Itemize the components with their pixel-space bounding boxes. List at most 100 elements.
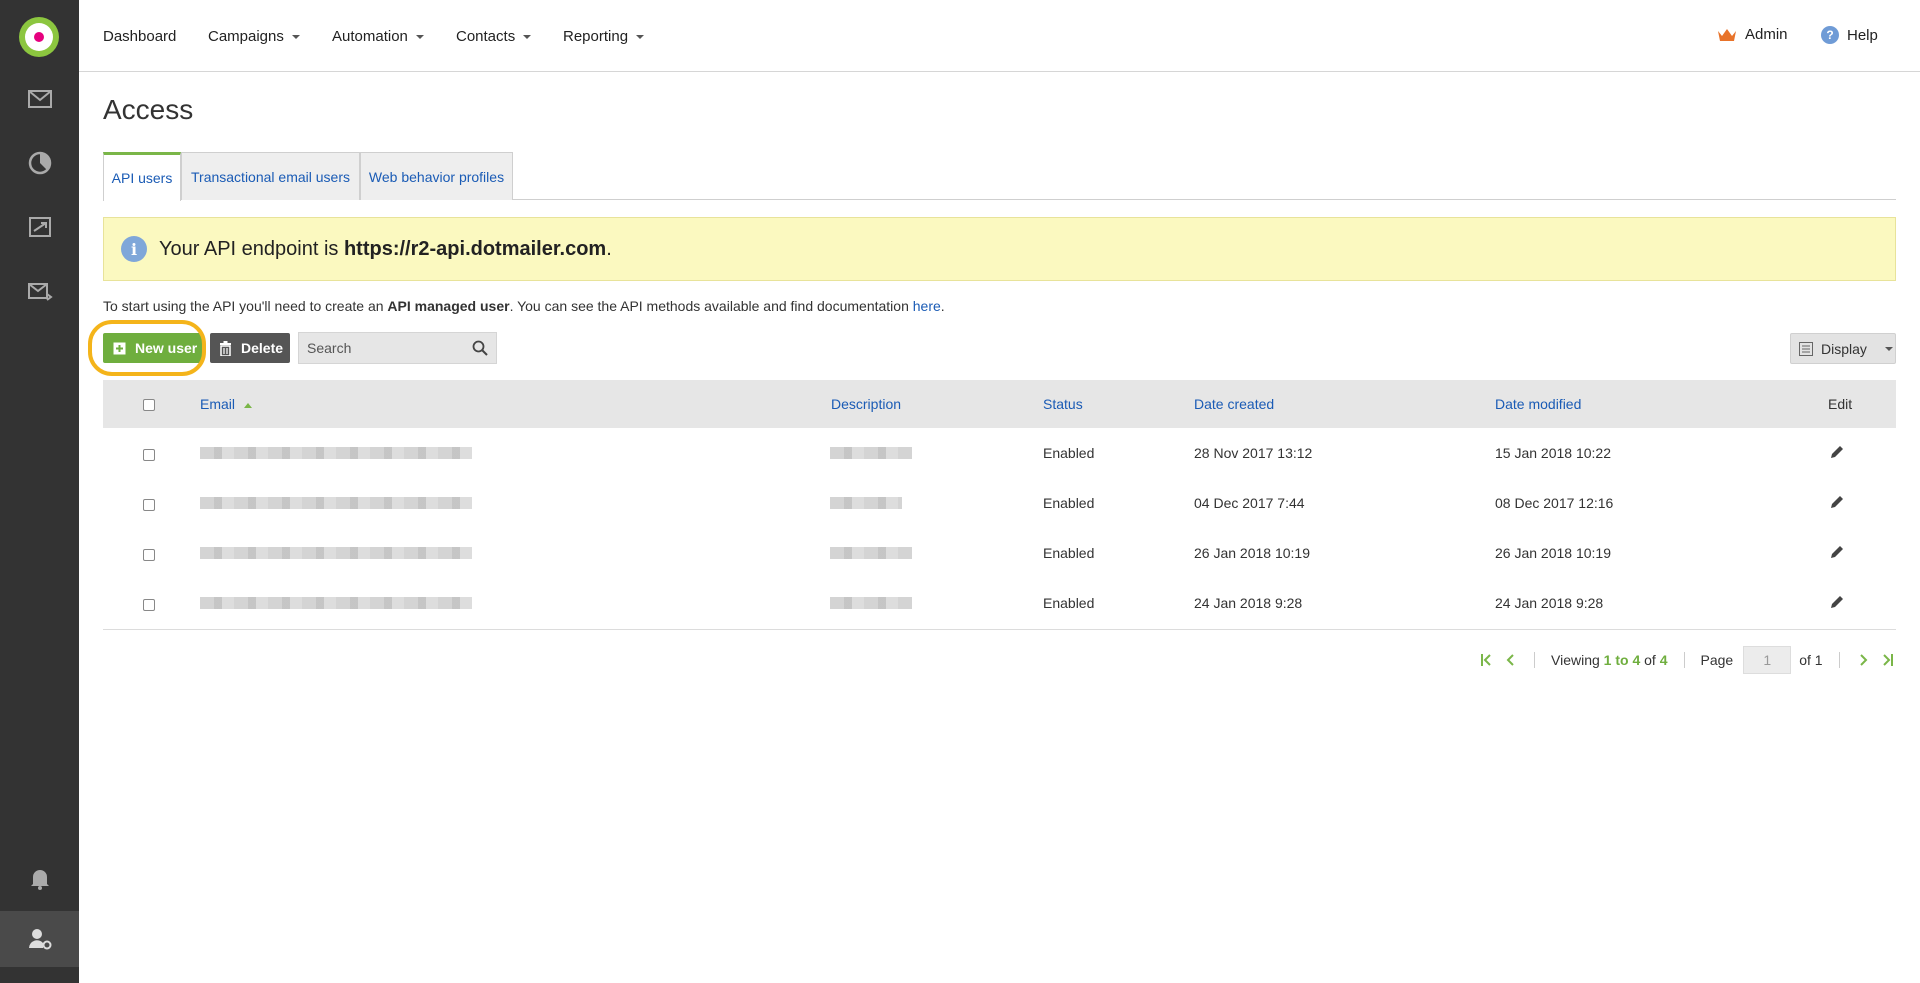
viewing-label: Viewing bbox=[1551, 652, 1600, 668]
sort-ascending-icon bbox=[243, 402, 252, 408]
row-checkbox[interactable] bbox=[143, 499, 155, 511]
tab-label: API users bbox=[111, 170, 173, 186]
column-edit: Edit bbox=[1828, 396, 1853, 412]
help-menu[interactable]: ? Help bbox=[1821, 26, 1878, 44]
of-label: of bbox=[1644, 652, 1656, 668]
page-count: of 1 bbox=[1799, 652, 1823, 668]
viewing-range: 1 to 4 bbox=[1603, 652, 1641, 668]
date-created-cell: 24 Jan 2018 9:28 bbox=[1194, 595, 1303, 611]
redacted-email bbox=[200, 447, 472, 459]
nav-contacts-label: Contacts bbox=[456, 28, 516, 45]
date-created-cell: 28 Nov 2017 13:12 bbox=[1194, 445, 1313, 461]
tab-label: Web behavior profiles bbox=[368, 168, 505, 185]
table-divider bbox=[103, 629, 1896, 630]
page-label: Page bbox=[1700, 652, 1734, 668]
search-input[interactable] bbox=[299, 340, 459, 356]
help-label: Help bbox=[1847, 26, 1878, 44]
tab-api-users[interactable]: API users bbox=[103, 152, 181, 201]
alert-suffix: . bbox=[606, 237, 612, 260]
documentation-link[interactable]: here bbox=[913, 298, 941, 314]
next-page-icon[interactable] bbox=[1856, 653, 1870, 667]
last-page-icon[interactable] bbox=[1878, 653, 1894, 667]
page-number-input[interactable]: 1 bbox=[1743, 646, 1792, 674]
page-title: Access bbox=[103, 94, 194, 125]
nav-dashboard-label: Dashboard bbox=[103, 28, 177, 45]
nav-campaigns-label: Campaigns bbox=[208, 28, 284, 45]
admin-menu[interactable]: Admin bbox=[1717, 26, 1788, 43]
admin-label: Admin bbox=[1745, 26, 1788, 43]
row-checkbox[interactable] bbox=[143, 549, 155, 561]
alert-text: Your API endpoint is https://r2-api.dotm… bbox=[159, 238, 612, 261]
table-row: Enabled 28 Nov 2017 13:12 15 Jan 2018 10… bbox=[103, 428, 1896, 478]
new-user-button[interactable]: New user bbox=[103, 333, 202, 363]
date-created-cell: 04 Dec 2017 7:44 bbox=[1194, 495, 1305, 511]
transactional-email-icon[interactable] bbox=[0, 266, 79, 316]
row-checkbox[interactable] bbox=[143, 599, 155, 611]
trash-icon bbox=[220, 340, 231, 356]
status-cell: Enabled bbox=[1043, 495, 1095, 511]
edit-pencil-icon[interactable] bbox=[1829, 594, 1845, 610]
redacted-email bbox=[200, 497, 472, 509]
tab-web-behavior-profiles[interactable]: Web behavior profiles bbox=[360, 152, 513, 200]
date-modified-cell: 08 Dec 2017 12:16 bbox=[1495, 495, 1614, 511]
chevron-down-icon bbox=[1884, 347, 1893, 351]
chevron-down-icon bbox=[415, 35, 424, 39]
delete-button[interactable]: Delete bbox=[210, 333, 290, 363]
column-status[interactable]: Status bbox=[1043, 396, 1083, 412]
separator bbox=[1534, 652, 1535, 668]
help-icon: ? bbox=[1821, 26, 1839, 44]
search-icon[interactable] bbox=[472, 340, 488, 356]
intro-part2: . You can see the API methods available … bbox=[509, 298, 913, 314]
new-user-label: New user bbox=[135, 340, 198, 356]
nav-reporting[interactable]: Reporting bbox=[563, 28, 645, 45]
redacted-description bbox=[830, 447, 912, 459]
column-description[interactable]: Description bbox=[831, 396, 901, 412]
select-all-checkbox[interactable] bbox=[143, 399, 155, 411]
nav-campaigns[interactable]: Campaigns bbox=[208, 28, 300, 45]
first-page-icon[interactable] bbox=[1480, 653, 1496, 667]
edit-pencil-icon[interactable] bbox=[1829, 444, 1845, 460]
chevron-down-icon bbox=[636, 35, 645, 39]
tab-transactional-email-users[interactable]: Transactional email users bbox=[181, 152, 360, 200]
info-icon: i bbox=[121, 236, 147, 262]
email-icon[interactable] bbox=[0, 74, 79, 124]
display-dropdown[interactable]: Display bbox=[1790, 333, 1896, 364]
column-date-created[interactable]: Date created bbox=[1194, 396, 1274, 412]
nav-dashboard[interactable]: Dashboard bbox=[103, 28, 176, 45]
redacted-description bbox=[830, 497, 902, 509]
column-date-modified[interactable]: Date modified bbox=[1495, 396, 1581, 412]
pagination: Viewing 1 to 4 of 4 Page 1 of 1 bbox=[1480, 646, 1894, 674]
redacted-description bbox=[830, 547, 912, 559]
api-endpoint-url: https://r2-api.dotmailer.com bbox=[343, 237, 607, 260]
nav-contacts[interactable]: Contacts bbox=[456, 28, 532, 45]
intro-end: . bbox=[940, 298, 945, 314]
total-count: 4 bbox=[1659, 652, 1668, 668]
date-modified-cell: 15 Jan 2018 10:22 bbox=[1495, 445, 1611, 461]
previous-page-icon[interactable] bbox=[1504, 653, 1518, 667]
nav-automation-label: Automation bbox=[332, 28, 408, 45]
reports-pie-icon[interactable] bbox=[0, 138, 79, 188]
nav-automation[interactable]: Automation bbox=[332, 28, 424, 45]
crown-icon bbox=[1718, 28, 1736, 41]
api-endpoint-alert: i Your API endpoint is https://r2-api.do… bbox=[103, 217, 1896, 281]
notifications-bell-icon[interactable] bbox=[0, 853, 79, 903]
status-cell: Enabled bbox=[1043, 445, 1095, 461]
tab-bar: API users Transactional email users Web … bbox=[103, 152, 1896, 201]
delete-label: Delete bbox=[241, 340, 284, 356]
column-email[interactable]: Email bbox=[200, 396, 252, 412]
status-cell: Enabled bbox=[1043, 545, 1095, 561]
chevron-down-icon bbox=[291, 35, 300, 39]
date-modified-cell: 26 Jan 2018 10:19 bbox=[1495, 545, 1611, 561]
edit-pencil-icon[interactable] bbox=[1829, 494, 1845, 510]
edit-pencil-icon[interactable] bbox=[1829, 544, 1845, 560]
table-header: Email Description Status Date created Da… bbox=[103, 380, 1896, 428]
user-settings-icon[interactable] bbox=[0, 911, 79, 967]
automation-icon[interactable] bbox=[0, 202, 79, 252]
table-row: Enabled 26 Jan 2018 10:19 26 Jan 2018 10… bbox=[103, 528, 1896, 578]
column-email-label: Email bbox=[200, 396, 236, 412]
plus-square-icon bbox=[113, 342, 126, 354]
dotmailer-logo[interactable] bbox=[19, 17, 59, 57]
row-checkbox[interactable] bbox=[143, 449, 155, 461]
date-modified-cell: 24 Jan 2018 9:28 bbox=[1495, 595, 1604, 611]
separator bbox=[1683, 652, 1685, 668]
